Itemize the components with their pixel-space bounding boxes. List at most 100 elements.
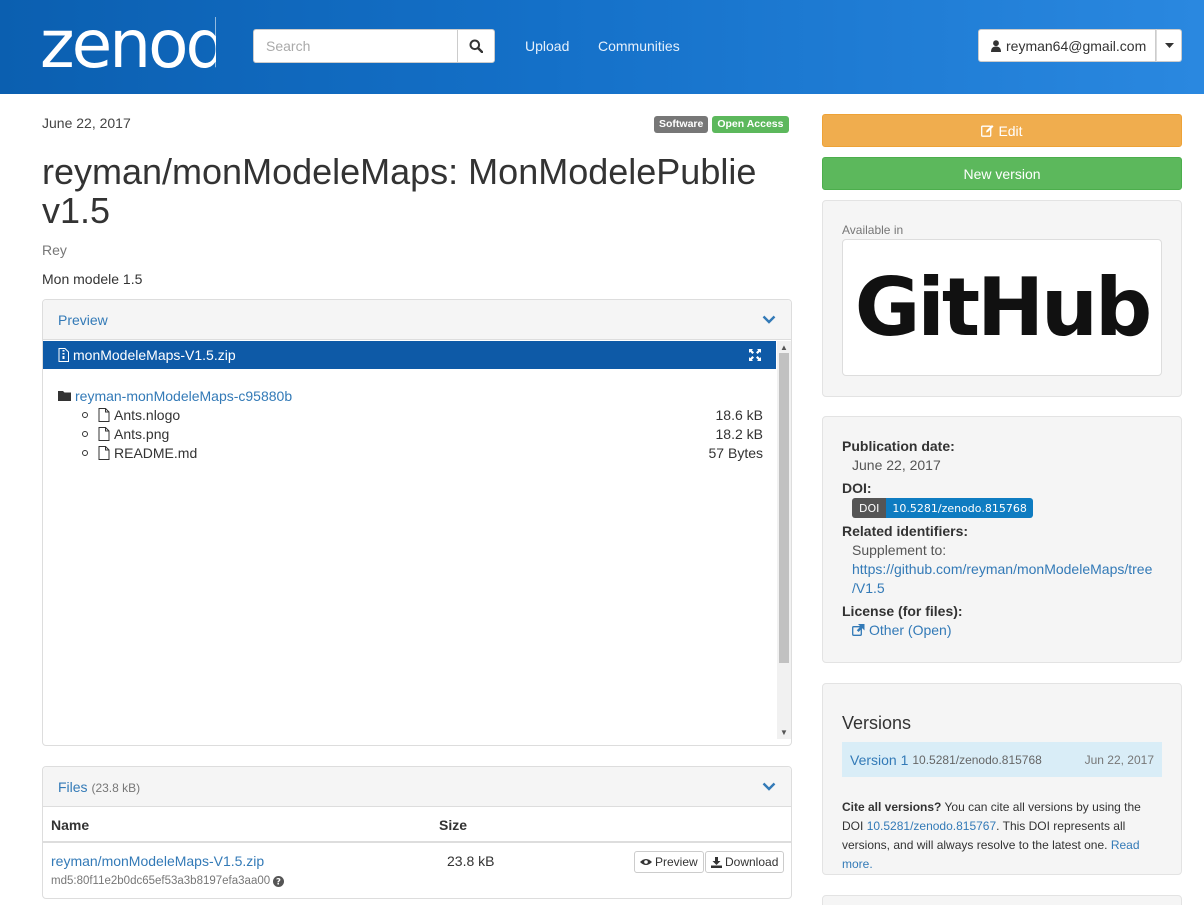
file-preview-button[interactable]: Preview — [634, 851, 704, 873]
doi-badge[interactable]: DOI 10.5281/zenodo.815768 — [852, 498, 1033, 518]
supplement-to-label: Supplement to: — [852, 542, 947, 558]
scroll-up-arrow[interactable]: ▲ — [780, 343, 788, 352]
scroll-down-arrow[interactable]: ▼ — [780, 728, 788, 737]
tree-folder[interactable]: reyman-monModeleMaps-c95880b — [58, 386, 763, 405]
external-link-icon — [852, 624, 865, 636]
svg-text:zenodo: zenodo — [40, 10, 216, 76]
files-total-size: (23.8 kB) — [91, 780, 141, 795]
doi-label: DOI: — [842, 480, 872, 496]
preview-button-label: Preview — [655, 855, 698, 869]
preview-filename: monModeleMaps-V1.5.zip — [73, 347, 236, 363]
license-label: License (for files): — [842, 603, 963, 619]
file-tree: reyman-monModeleMaps-c95880b Ants.nlogo … — [58, 386, 763, 462]
file-size: 23.8 kB — [447, 853, 495, 869]
files-heading: Files (23.8 kB) — [58, 779, 140, 795]
next-well — [822, 895, 1182, 905]
new-version-label: New version — [963, 165, 1041, 182]
svg-text:?: ? — [276, 877, 281, 886]
edit-button[interactable]: Edit — [822, 114, 1182, 147]
publication-date-label: Publication date: — [842, 438, 955, 454]
files-heading-label: Files — [58, 778, 88, 795]
record-title: reyman/monModeleMaps: MonModelePublie v1… — [42, 151, 757, 231]
file-download-button[interactable]: Download — [705, 851, 785, 873]
user-icon — [991, 39, 1001, 52]
caret-down-icon — [1164, 43, 1174, 48]
new-version-button[interactable]: New version — [822, 157, 1182, 190]
bullet-icon — [82, 430, 88, 437]
nav-upload-link[interactable]: Upload — [525, 38, 569, 54]
available-in-well: Available in GitHub — [822, 200, 1182, 397]
record-description: Mon modele 1.5 — [42, 271, 143, 287]
preview-scrollbar[interactable]: ▲ ▼ — [777, 341, 791, 739]
license-value: Other (Open) — [869, 622, 952, 638]
download-button-label: Download — [725, 855, 779, 869]
md5-text: md5:80f11e2b0dc65ef53a3b8197efa3aa00 — [51, 875, 271, 887]
preview-panel-header[interactable]: Preview — [43, 300, 791, 340]
supplement-link-line1[interactable]: https://github.com/reyman/monModeleMaps/… — [852, 561, 1152, 577]
tree-file-name: README.md — [114, 444, 198, 461]
bullet-icon — [82, 449, 88, 456]
preview-file-bar: monModeleMaps-V1.5.zip — [43, 341, 776, 369]
question-circle-icon[interactable]: ? — [273, 875, 285, 887]
scrollbar-thumb[interactable] — [779, 353, 789, 663]
column-size-header: Size — [439, 816, 468, 833]
files-panel: Files (23.8 kB) Name Size reyman/monMode… — [42, 766, 792, 899]
cite-all-versions: Cite all versions? You can cite all vers… — [842, 798, 1162, 874]
github-logo: GitHub — [854, 261, 1152, 354]
files-table: Name Size reyman/monModeleMaps-V1.5.zip … — [43, 808, 791, 898]
tree-file-item: README.md 57 Bytes — [58, 443, 763, 462]
github-link[interactable]: GitHub — [842, 239, 1162, 376]
tree-file-item: Ants.png 18.2 kB — [58, 424, 763, 443]
user-menu-toggle[interactable] — [1156, 29, 1182, 62]
nav-communities-link[interactable]: Communities — [598, 38, 680, 54]
preview-heading: Preview — [58, 311, 108, 328]
search-box — [253, 29, 495, 63]
eye-icon — [640, 859, 652, 865]
supplement-link-line2[interactable]: /V1.5 — [852, 580, 885, 596]
download-icon — [711, 856, 722, 868]
search-input[interactable] — [253, 29, 457, 63]
user-account-button[interactable]: reyman64@gmail.com — [978, 29, 1156, 62]
edit-icon — [981, 125, 994, 137]
file-icon — [98, 426, 110, 441]
table-row: reyman/monModeleMaps-V1.5.zip md5:80f11e… — [43, 843, 791, 898]
chevron-down-icon[interactable] — [762, 315, 776, 324]
chevron-down-icon[interactable] — [762, 782, 776, 791]
preview-panel: Preview monModeleMaps-V1.5.zip ▲ ▼ reyma… — [42, 299, 792, 746]
version-date: Jun 22, 2017 — [1084, 752, 1154, 767]
tree-file-name: Ants.nlogo — [114, 406, 181, 423]
available-in-label: Available in — [842, 223, 904, 237]
files-panel-header[interactable]: Files (23.8 kB) — [43, 767, 791, 807]
license-link[interactable]: Other (Open) — [852, 622, 951, 638]
open-access-badge: Open Access — [712, 116, 789, 133]
versions-heading: Versions — [842, 713, 912, 733]
fullscreen-icon[interactable] — [749, 349, 761, 361]
search-button[interactable] — [457, 29, 495, 63]
version-doi: 10.5281/zenodo.815768 — [912, 752, 1042, 767]
version-link[interactable]: Version 1 — [850, 752, 908, 768]
folder-icon — [58, 391, 71, 401]
record-date: June 22, 2017 — [42, 115, 131, 131]
tree-file-item: Ants.nlogo 18.6 kB — [58, 405, 763, 424]
file-checksum: md5:80f11e2b0dc65ef53a3b8197efa3aa00 ? — [51, 875, 285, 887]
file-icon — [98, 407, 110, 422]
tree-file-size: 57 Bytes — [708, 444, 763, 461]
file-download-link[interactable]: reyman/monModeleMaps-V1.5.zip — [51, 853, 264, 869]
search-icon — [469, 39, 483, 53]
file-icon — [98, 445, 110, 460]
column-name-header: Name — [51, 816, 90, 833]
software-badge: Software — [654, 116, 709, 133]
record-creator: Rey — [42, 242, 67, 258]
tree-file-size: 18.2 kB — [715, 425, 763, 442]
tree-file-name: Ants.png — [114, 425, 170, 442]
version-row[interactable]: Version 1 10.5281/zenodo.815768 Jun 22, … — [842, 742, 1162, 777]
zip-file-icon — [58, 348, 69, 362]
bullet-icon — [82, 411, 88, 418]
doi-badge-label: DOI — [852, 498, 887, 518]
user-menu: reyman64@gmail.com — [978, 29, 1182, 62]
zenodo-logo[interactable]: zenodo — [40, 10, 216, 76]
tree-file-size: 18.6 kB — [715, 406, 763, 423]
top-navbar: zenodo Upload Communities reyman64@gmail… — [0, 0, 1204, 94]
concept-doi-link[interactable]: 10.5281/zenodo.815767 — [867, 819, 996, 833]
cite-all-bold: Cite all versions? — [842, 800, 942, 814]
